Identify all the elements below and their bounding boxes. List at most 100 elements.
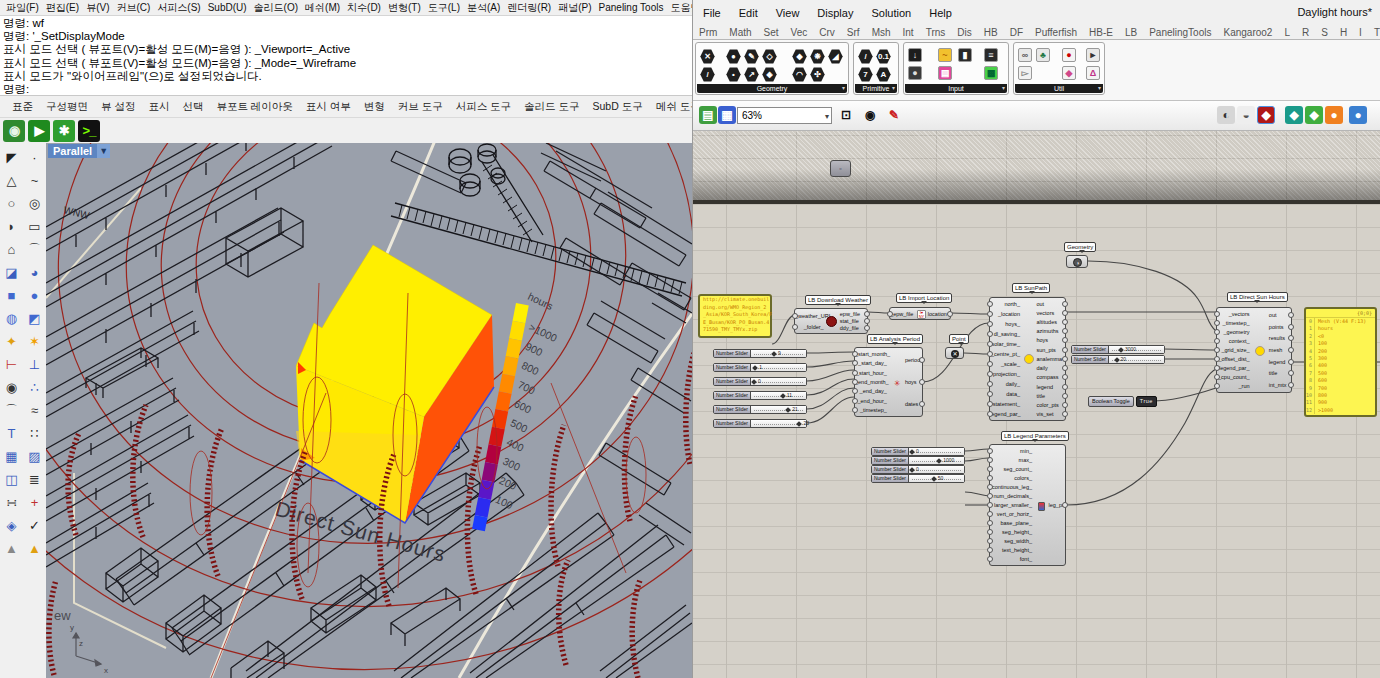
- slider-handle[interactable]: [1118, 347, 1124, 353]
- boolean-toggle[interactable]: Boolean Toggle True: [1088, 396, 1157, 407]
- input-param[interactable]: seg_count_: [990, 466, 1035, 472]
- number-slider[interactable]: Number Slider 3000: [1071, 345, 1165, 354]
- slider-track[interactable]: 0: [909, 448, 964, 455]
- rhino-menu-item[interactable]: 커브(C): [116, 1, 150, 15]
- side-tool-icon[interactable]: △: [2, 171, 22, 191]
- side-tool-icon[interactable]: ∷: [25, 424, 45, 444]
- palette-icon[interactable]: ▩: [984, 66, 998, 80]
- rhino-toolbar-tab[interactable]: 뷰 설정: [101, 100, 135, 114]
- side-tool-icon[interactable]: ■: [2, 286, 22, 306]
- slider-track[interactable]: 11: [751, 392, 806, 399]
- input-param[interactable]: daily_: [990, 381, 1023, 387]
- output-param[interactable]: points: [1266, 324, 1291, 330]
- input-param[interactable]: dl_saving_: [990, 331, 1023, 337]
- palette-icon[interactable]: ◆: [1062, 66, 1076, 80]
- palette-icon[interactable]: ◇: [762, 49, 777, 64]
- side-tool-icon[interactable]: ▦: [2, 447, 22, 467]
- side-tool-icon[interactable]: ◈: [2, 516, 22, 536]
- side-tool-icon[interactable]: ◫: [2, 470, 22, 490]
- slider-handle[interactable]: [797, 421, 803, 427]
- output-param[interactable]: daily: [1034, 365, 1066, 371]
- zoom-dropdown[interactable]: 63%▾: [737, 107, 832, 124]
- rhino-toolbar-tab[interactable]: 표준: [12, 100, 33, 114]
- rhino-toolbar-tab[interactable]: 구성평면: [46, 100, 88, 114]
- ball-blue-icon[interactable]: ●: [1349, 106, 1367, 124]
- side-tool-icon[interactable]: ◪: [2, 263, 22, 283]
- output-param[interactable]: title: [1266, 370, 1291, 376]
- rhino-menu-item[interactable]: 솔리드(O): [254, 1, 298, 15]
- output-param[interactable]: analemma: [1034, 356, 1066, 362]
- gh-category-tab[interactable]: Prm: [697, 26, 719, 39]
- side-tool-icon[interactable]: ▨: [25, 447, 45, 467]
- side-tool-icon[interactable]: ◗: [2, 217, 22, 237]
- number-slider[interactable]: Number Slider 1: [713, 363, 807, 372]
- component-point[interactable]: ✕: [945, 347, 964, 359]
- palette-icon[interactable]: ↗: [744, 67, 759, 82]
- side-tool-icon[interactable]: ⌂: [2, 240, 22, 260]
- rhino-menu-item[interactable]: SubD(U): [208, 2, 247, 13]
- rhino-menu-item[interactable]: 파일(F): [6, 1, 39, 15]
- offsheet-component[interactable]: ▫: [830, 160, 851, 177]
- preview-off-icon[interactable]: ◐: [1217, 106, 1235, 124]
- slider-track[interactable]: 21: [751, 406, 806, 413]
- output-param[interactable]: mesh: [1266, 347, 1291, 353]
- palette-icon[interactable]: ●: [1062, 48, 1076, 62]
- slider-handle[interactable]: [780, 393, 786, 399]
- palette-icon[interactable]: /: [858, 49, 873, 64]
- open-file-icon[interactable]: ▤: [699, 106, 717, 124]
- toggle-value[interactable]: True: [1136, 396, 1157, 407]
- side-tool-icon[interactable]: ✓: [25, 516, 45, 536]
- input-param[interactable]: _timestep_: [1217, 320, 1253, 326]
- output-param[interactable]: vis_set: [1034, 411, 1066, 417]
- slider-track[interactable]: 3000: [1109, 346, 1164, 353]
- number-slider[interactable]: Number Slider 1000: [871, 456, 965, 465]
- side-tool-icon[interactable]: ∺: [2, 493, 22, 513]
- number-slider[interactable]: Number Slider 9: [713, 349, 807, 358]
- preview-wire-icon[interactable]: ◒: [1237, 106, 1255, 124]
- output-param[interactable]: hoys: [1034, 337, 1066, 343]
- input-param[interactable]: _start_day_: [855, 360, 890, 366]
- slider-handle[interactable]: [771, 351, 777, 357]
- side-tool-icon[interactable]: ▭: [25, 217, 45, 237]
- toolbar-icon[interactable]: ▶: [28, 120, 50, 142]
- palette-icon[interactable]: ✣: [810, 67, 825, 82]
- side-tool-icon[interactable]: ≣: [25, 470, 45, 490]
- gh-category-tab[interactable]: Srf: [845, 26, 862, 39]
- side-tool-icon[interactable]: ●: [25, 286, 45, 306]
- number-slider[interactable]: Number Slider 0: [871, 447, 965, 456]
- input-param[interactable]: base_plane_: [990, 520, 1035, 526]
- input-param[interactable]: text_height_: [990, 547, 1035, 553]
- palette-group-label[interactable]: Geometry▾: [697, 84, 847, 93]
- number-slider[interactable]: Number Slider 0: [871, 465, 965, 474]
- component-direct-sun-hours[interactable]: _vectors_timestep__geometrycontext__grid…: [1216, 307, 1292, 393]
- rhino-toolbar-tab[interactable]: 변형: [364, 100, 385, 114]
- slider-handle[interactable]: [751, 379, 757, 385]
- rhino-menu-item[interactable]: 도구(L): [428, 1, 460, 15]
- slider-handle[interactable]: [752, 365, 758, 371]
- input-param[interactable]: _grid_size_: [1217, 347, 1253, 353]
- rhino-viewport[interactable]: Direct Sun Hours: [46, 143, 692, 678]
- input-param[interactable]: data_: [990, 391, 1023, 397]
- input-param[interactable]: continuous_leg_: [990, 484, 1035, 490]
- output-param[interactable]: altitudes: [1034, 319, 1066, 325]
- gh-category-tab[interactable]: Vec: [789, 26, 810, 39]
- side-tool-icon[interactable]: ⊥: [25, 355, 45, 375]
- gh-category-tab[interactable]: DF: [1008, 26, 1025, 39]
- preview-shaded-icon[interactable]: ◆: [1257, 106, 1275, 124]
- output-param[interactable]: compass: [1034, 374, 1066, 380]
- gh-category-tab[interactable]: Trns: [924, 26, 948, 39]
- slider-track[interactable]: 50: [909, 475, 964, 482]
- palette-icon[interactable]: Δ: [1086, 66, 1100, 80]
- slider-handle[interactable]: [909, 467, 915, 473]
- gh-menu-item[interactable]: Help: [929, 7, 952, 19]
- palette-icon[interactable]: 7: [858, 67, 873, 82]
- palette-icon[interactable]: ✕: [700, 49, 715, 64]
- weather-url-panel[interactable]: http://climate.onebuilding.org/WMO_Regio…: [698, 294, 772, 338]
- component-download-weather[interactable]: _weather_URL_folder_ epw_filestat_filedd…: [794, 308, 868, 334]
- gh-category-tab[interactable]: R: [1300, 26, 1311, 39]
- input-param[interactable]: _end_month_: [855, 379, 890, 385]
- rhino-toolbar-tab[interactable]: 뷰포트 레이아웃: [216, 100, 292, 114]
- palette-icon[interactable]: ●: [726, 49, 741, 64]
- palette-icon[interactable]: ◢: [828, 49, 843, 64]
- side-tool-icon[interactable]: ≈: [25, 401, 45, 421]
